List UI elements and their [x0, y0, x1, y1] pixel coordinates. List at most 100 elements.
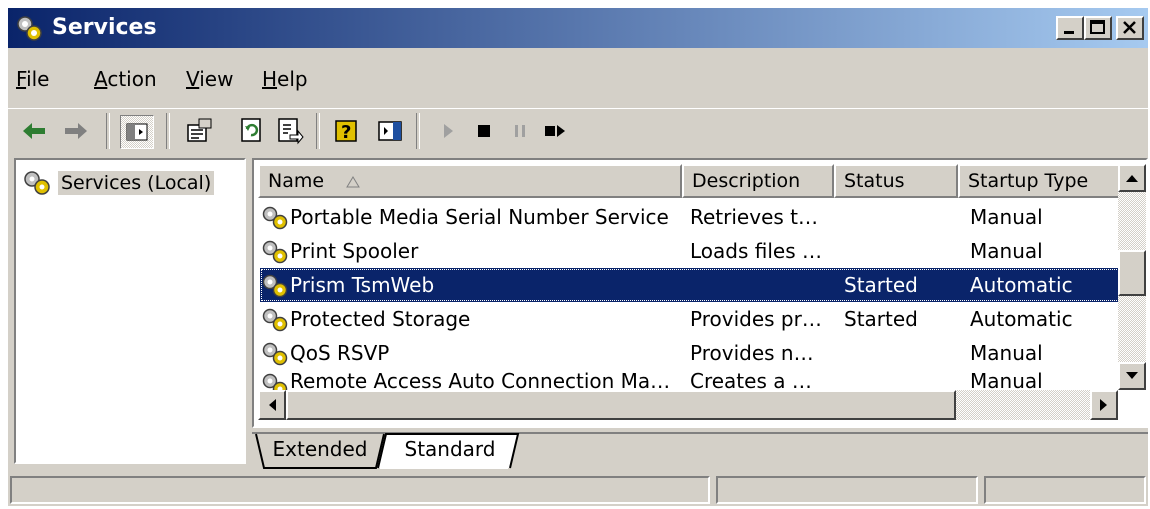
toolbar-separator: [106, 113, 110, 149]
toolbar: ?: [8, 108, 1148, 155]
services-gear-icon: [24, 171, 50, 195]
menu-help[interactable]: Help: [262, 66, 308, 92]
show-hide-tree-button[interactable]: [120, 115, 154, 149]
column-header-description[interactable]: Description: [682, 164, 834, 198]
restart-service-icon: [545, 125, 565, 137]
menu-action[interactable]: Action: [94, 66, 157, 92]
back-button[interactable]: [18, 115, 50, 147]
status-bar: [8, 472, 1148, 506]
toolbar-separator: [416, 113, 420, 149]
service-gear-icon: [262, 206, 288, 230]
vertical-scrollbar[interactable]: [1118, 164, 1146, 390]
service-gear-icon: [262, 274, 288, 298]
column-header-status[interactable]: Status: [834, 164, 958, 198]
sort-ascending-icon: [346, 176, 360, 188]
table-row[interactable]: Portable Media Serial Number Service Ret…: [260, 200, 1120, 234]
scroll-thumb[interactable]: [286, 390, 956, 420]
restart-service-button[interactable]: [540, 115, 572, 147]
toolbar-separator: [166, 113, 170, 149]
service-description: Creates a …: [690, 370, 812, 390]
table-row[interactable]: Remote Access Auto Connection Ma… Create…: [260, 370, 1120, 390]
help-icon: ?: [335, 120, 357, 143]
service-description: Loads files …: [690, 239, 822, 263]
status-panel: [984, 476, 1146, 504]
pause-service-button[interactable]: [504, 115, 536, 147]
service-description: Provides pr…: [690, 307, 822, 331]
arrow-up-icon: [1126, 175, 1138, 182]
close-icon: [1123, 21, 1136, 34]
service-name: Protected Storage: [290, 307, 471, 331]
service-status: Started: [844, 307, 918, 331]
service-gear-icon: [262, 342, 288, 366]
refresh-button[interactable]: [236, 115, 268, 147]
properties-button[interactable]: [184, 115, 216, 147]
close-button[interactable]: [1116, 16, 1144, 40]
show-hide-action-pane-icon: [378, 121, 402, 141]
menu-file[interactable]: File: [16, 66, 49, 92]
window-title: Services: [52, 15, 157, 40]
start-service-icon: [444, 124, 453, 138]
tree-item-label: Services (Local): [58, 171, 215, 195]
minimize-icon: [1064, 31, 1074, 34]
arrow-left-icon: [269, 399, 276, 411]
tree-item-services-local[interactable]: Services (Local): [22, 168, 215, 198]
export-list-button[interactable]: [274, 115, 306, 147]
maximize-button[interactable]: [1084, 16, 1112, 40]
service-description: Retrieves t…: [690, 205, 818, 229]
service-name: QoS RSVP: [290, 341, 390, 365]
arrow-down-icon: [1126, 372, 1138, 379]
services-window: Services File Action View Help ? Service…: [8, 8, 1148, 506]
title-bar[interactable]: Services: [8, 8, 1148, 48]
scroll-track[interactable]: [956, 390, 1090, 420]
service-gear-icon: [262, 308, 288, 332]
stop-service-button[interactable]: [468, 115, 500, 147]
view-tabs: Extended Standard: [252, 432, 1148, 472]
table-row-selected[interactable]: Prism TsmWeb Started Automatic: [260, 268, 1120, 302]
forward-arrow-icon: [65, 123, 87, 139]
service-status: Started: [844, 273, 918, 297]
tab-outline: [252, 432, 1148, 469]
show-hide-tree-icon: [126, 123, 148, 141]
service-gear-icon: [262, 373, 288, 390]
tab-extended[interactable]: Extended: [266, 434, 374, 466]
pause-service-icon: [515, 125, 525, 137]
service-startup-type: Manual: [970, 341, 1043, 365]
toolbar-separator: [316, 113, 320, 149]
table-row[interactable]: Protected Storage Provides pr… Started A…: [260, 302, 1120, 336]
tab-standard[interactable]: Standard: [390, 434, 510, 466]
scroll-thumb[interactable]: [1118, 250, 1146, 296]
scroll-up-button[interactable]: [1118, 164, 1146, 192]
help-button[interactable]: ?: [332, 115, 364, 147]
scroll-left-button[interactable]: [258, 390, 286, 420]
services-list: Name Description Status Startup Type Por…: [252, 158, 1148, 428]
service-gear-icon: [262, 240, 288, 264]
status-panel: [716, 476, 978, 504]
maximize-icon: [1090, 20, 1105, 34]
export-list-icon: [278, 118, 304, 145]
back-arrow-icon: [23, 123, 45, 139]
tree-pane: Services (Local): [14, 158, 246, 464]
service-startup-type: Manual: [970, 205, 1043, 229]
service-startup-type: Manual: [970, 239, 1043, 263]
start-service-button[interactable]: [432, 115, 464, 147]
service-startup-type: Automatic: [970, 307, 1073, 331]
service-description: Provides n…: [690, 341, 814, 365]
column-header-label: Name: [268, 170, 325, 192]
column-header-startup-type[interactable]: Startup Type: [958, 164, 1120, 198]
properties-icon: [187, 118, 212, 142]
horizontal-scrollbar[interactable]: [258, 390, 1118, 420]
status-panel: [10, 476, 710, 504]
scroll-down-button[interactable]: [1118, 362, 1146, 390]
column-header-name[interactable]: Name: [258, 164, 682, 198]
service-startup-type: Automatic: [970, 273, 1073, 297]
menu-view[interactable]: View: [186, 66, 233, 92]
services-gear-icon: [17, 16, 42, 41]
table-row[interactable]: QoS RSVP Provides n… Manual: [260, 336, 1120, 370]
minimize-button[interactable]: [1056, 16, 1084, 40]
table-row[interactable]: Print Spooler Loads files … Manual: [260, 234, 1120, 268]
scroll-right-button[interactable]: [1090, 390, 1118, 420]
show-hide-action-pane-button[interactable]: [374, 115, 406, 147]
service-name: Portable Media Serial Number Service: [290, 205, 669, 229]
refresh-icon: [241, 118, 261, 142]
forward-button[interactable]: [60, 115, 92, 147]
